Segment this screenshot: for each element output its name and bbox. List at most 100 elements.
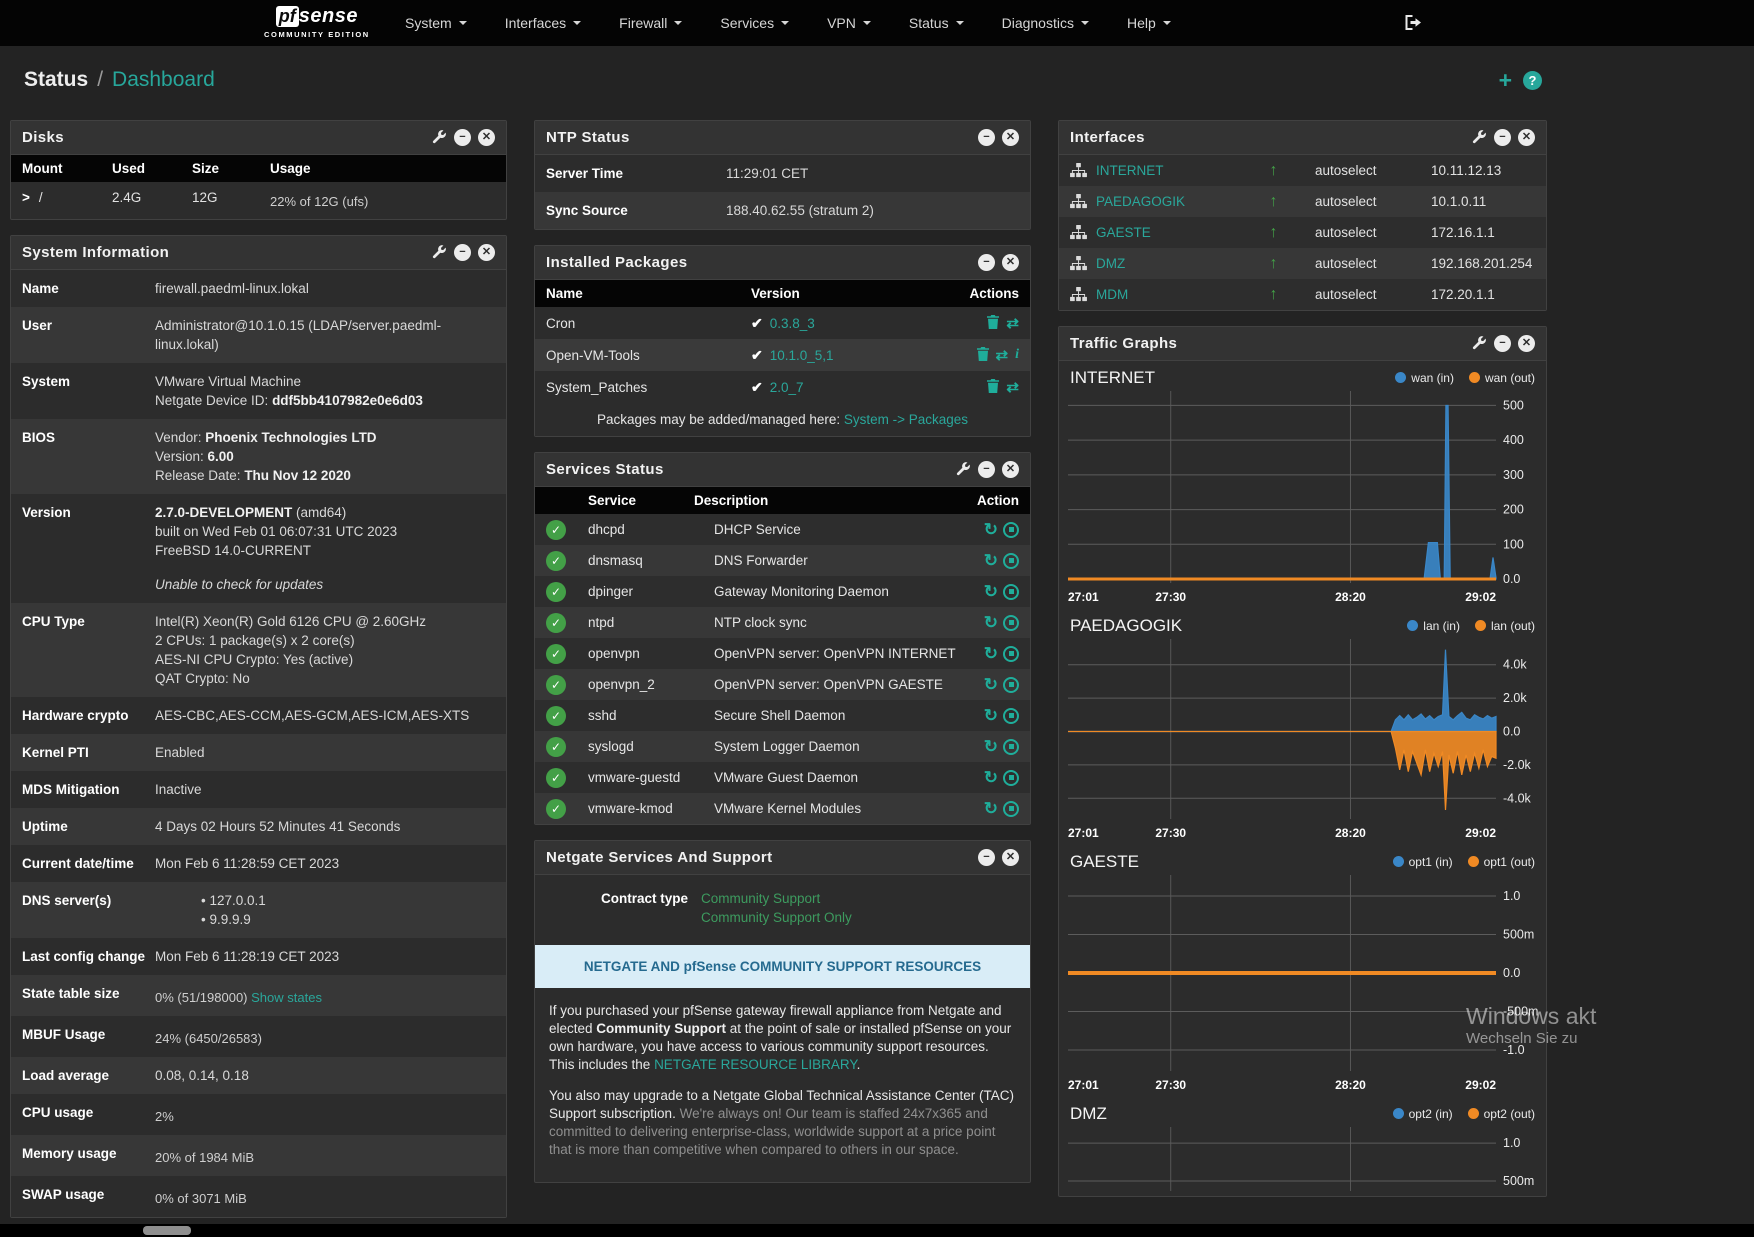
menu-firewall[interactable]: Firewall (600, 0, 701, 46)
row-label: DNS server(s) (22, 891, 155, 929)
package-version-link[interactable]: 0.3.8_3 (770, 316, 815, 331)
row-label: State table size (22, 984, 155, 1007)
svg-text:-1.0: -1.0 (1503, 1043, 1525, 1057)
column-header: Actions (939, 286, 1019, 301)
installed-packages-panel: Installed Packages − ✕ Name Version Acti… (534, 245, 1031, 437)
package-info-icon[interactable]: i (1015, 347, 1019, 363)
table-row: DMZ↑autoselect192.168.201.254 (1059, 248, 1546, 279)
wrench-icon[interactable] (432, 245, 447, 260)
package-version-link[interactable]: 10.1.0_5,1 (770, 348, 834, 363)
sysinfo-row-hwcrypto: Hardware crypto AES-CBC,AES-CCM,AES-GCM,… (11, 697, 506, 734)
row-value: 2% (155, 1103, 495, 1126)
uninstall-package-icon[interactable] (977, 347, 989, 364)
legend-dot-icon (1468, 1108, 1479, 1119)
minimize-panel-icon[interactable]: − (1494, 129, 1511, 146)
community-support-only-link[interactable]: Community Support Only (701, 908, 1019, 927)
stop-service-icon[interactable] (1003, 553, 1019, 569)
service-name: ntpd (588, 615, 714, 630)
uninstall-package-icon[interactable] (987, 315, 999, 332)
network-icon (1070, 287, 1096, 302)
wrench-icon[interactable] (1472, 336, 1487, 351)
interface-name-link[interactable]: GAESTE (1096, 225, 1246, 240)
restart-service-icon[interactable]: ↻ (984, 614, 998, 631)
stop-service-icon[interactable] (1003, 584, 1019, 600)
svg-text:4.0k: 4.0k (1503, 658, 1527, 672)
menu-diagnostics[interactable]: Diagnostics (983, 0, 1108, 46)
sysinfo-row-cpuusage: CPU usage 2% (11, 1094, 506, 1135)
logout-icon[interactable] (1405, 15, 1423, 35)
interface-name-link[interactable]: INTERNET (1096, 163, 1246, 178)
minimize-panel-icon[interactable]: − (978, 849, 995, 866)
close-panel-icon[interactable]: ✕ (478, 244, 495, 261)
community-support-link[interactable]: Community Support (701, 889, 1019, 908)
menu-vpn[interactable]: VPN (808, 0, 890, 46)
restart-service-icon[interactable]: ↻ (984, 676, 998, 693)
row-value: 2.7.0-DEVELOPMENT (amd64) built on Wed F… (155, 503, 495, 594)
close-panel-icon[interactable]: ✕ (1002, 254, 1019, 271)
restart-service-icon[interactable]: ↻ (984, 552, 998, 569)
wrench-icon[interactable] (432, 130, 447, 145)
uninstall-package-icon[interactable] (987, 379, 999, 396)
graph-legend: opt2 (in)opt2 (out) (1393, 1107, 1535, 1121)
row-value: VMware Virtual Machine Netgate Device ID… (155, 372, 495, 410)
interface-name-link[interactable]: DMZ (1096, 256, 1246, 271)
reinstall-package-icon[interactable]: ⇄ (1006, 314, 1019, 332)
restart-service-icon[interactable]: ↻ (984, 521, 998, 538)
reinstall-package-icon[interactable]: ⇄ (996, 346, 1009, 364)
column-header: Usage (270, 161, 495, 176)
interface-media: autoselect (1301, 163, 1409, 178)
add-widget-icon[interactable]: + (1499, 69, 1512, 92)
stop-service-icon[interactable] (1003, 770, 1019, 786)
restart-service-icon[interactable]: ↻ (984, 583, 998, 600)
menu-status[interactable]: Status (890, 0, 983, 46)
restart-service-icon[interactable]: ↻ (984, 800, 998, 817)
interface-name-link[interactable]: PAEDAGOGIK (1096, 194, 1246, 209)
close-panel-icon[interactable]: ✕ (1518, 335, 1535, 352)
system-packages-link[interactable]: System -> Packages (844, 412, 968, 427)
stop-service-icon[interactable] (1003, 615, 1019, 631)
stop-service-icon[interactable] (1003, 708, 1019, 724)
show-states-link[interactable]: Show states (251, 990, 322, 1005)
close-panel-icon[interactable]: ✕ (478, 129, 495, 146)
restart-service-icon[interactable]: ↻ (984, 769, 998, 786)
stop-service-icon[interactable] (1003, 739, 1019, 755)
stop-service-icon[interactable] (1003, 801, 1019, 817)
restart-service-icon[interactable]: ↻ (984, 645, 998, 662)
netgate-resource-library-link[interactable]: NETGATE RESOURCE LIBRARY (654, 1057, 857, 1072)
breadcrumb-section[interactable]: Status (24, 68, 88, 92)
restart-service-icon[interactable]: ↻ (984, 738, 998, 755)
minimize-panel-icon[interactable]: − (978, 129, 995, 146)
stop-service-icon[interactable] (1003, 646, 1019, 662)
minimize-panel-icon[interactable]: − (454, 244, 471, 261)
wrench-icon[interactable] (956, 462, 971, 477)
horizontal-scrollbar[interactable] (0, 1224, 1754, 1237)
svg-text:-500m: -500m (1503, 1005, 1538, 1019)
pfsense-logo[interactable]: pfsense COMMUNITY EDITION (264, 5, 370, 39)
close-panel-icon[interactable]: ✕ (1002, 849, 1019, 866)
minimize-panel-icon[interactable]: − (978, 461, 995, 478)
expand-chevron-icon[interactable]: > (22, 190, 30, 205)
help-icon[interactable]: ? (1523, 71, 1542, 90)
menu-system[interactable]: System (386, 0, 486, 46)
row-label: CPU Type (22, 612, 155, 688)
service-running-icon: ✓ (546, 582, 566, 602)
stop-service-icon[interactable] (1003, 677, 1019, 693)
scrollbar-thumb[interactable] (143, 1226, 191, 1235)
package-version-link[interactable]: 2.0_7 (770, 380, 804, 395)
menu-services[interactable]: Services (701, 0, 808, 46)
minimize-panel-icon[interactable]: − (978, 254, 995, 271)
wrench-icon[interactable] (1472, 130, 1487, 145)
close-panel-icon[interactable]: ✕ (1518, 129, 1535, 146)
close-panel-icon[interactable]: ✕ (1002, 129, 1019, 146)
graph-x-axis: 27:0127:3028:2029:02 (1068, 1076, 1537, 1097)
restart-service-icon[interactable]: ↻ (984, 707, 998, 724)
graph-x-axis: 27:0127:3028:2029:02 (1068, 824, 1537, 845)
stop-service-icon[interactable] (1003, 522, 1019, 538)
close-panel-icon[interactable]: ✕ (1002, 461, 1019, 478)
minimize-panel-icon[interactable]: − (454, 129, 471, 146)
menu-help[interactable]: Help (1108, 0, 1190, 46)
minimize-panel-icon[interactable]: − (1494, 335, 1511, 352)
menu-interfaces[interactable]: Interfaces (486, 0, 600, 46)
interface-name-link[interactable]: MDM (1096, 287, 1246, 302)
reinstall-package-icon[interactable]: ⇄ (1006, 378, 1019, 396)
